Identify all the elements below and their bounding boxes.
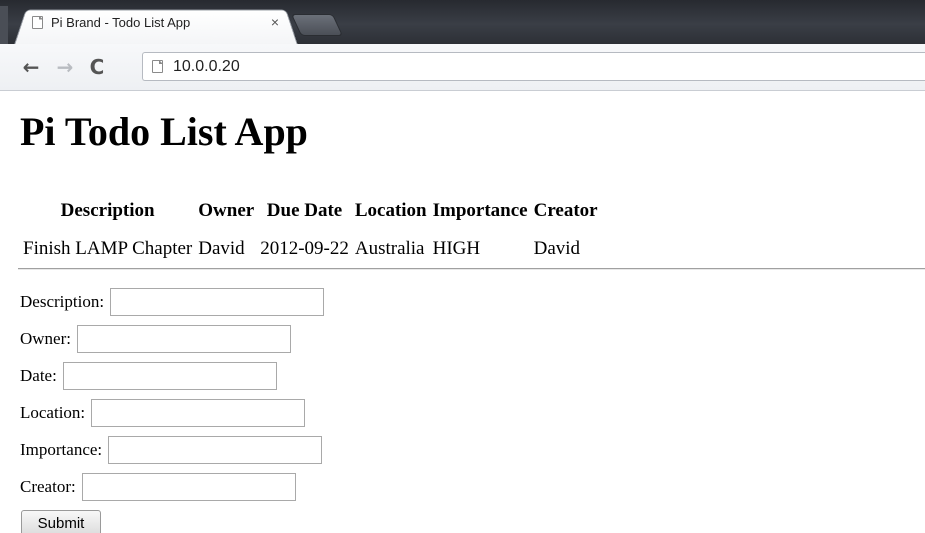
tab-strip-edge [0, 6, 8, 44]
cell-description: Finish LAMP Chapter [23, 238, 193, 259]
owner-input[interactable] [76, 325, 291, 353]
reload-icon[interactable]: C [86, 54, 108, 80]
importance-label: Importance: [20, 440, 103, 459]
column-header-creator: Creator [533, 200, 598, 221]
importance-input[interactable] [108, 436, 323, 464]
page-title: Pi Todo List App [20, 109, 308, 154]
description-input[interactable] [110, 288, 325, 316]
submit-button[interactable]: Submit [21, 510, 101, 533]
horizontal-divider [18, 268, 925, 270]
browser-toolbar: ← → C 10.0.0.20 [0, 44, 925, 91]
page-icon [32, 15, 43, 29]
table-header-row: Description Owner Due Date Location Impo… [20, 192, 601, 230]
browser-tab[interactable]: Pi Brand - Todo List App × [32, 10, 282, 34]
form-row-location: Location: [20, 398, 306, 428]
browser-tab-strip: Pi Brand - Todo List App × [0, 0, 925, 44]
form-row-importance: Importance: [20, 435, 323, 465]
column-header-location: Location [354, 200, 427, 221]
column-header-importance: Importance [432, 200, 528, 221]
cell-owner: David [198, 238, 245, 259]
cell-importance: HIGH [432, 238, 481, 259]
cell-creator: David [533, 238, 581, 259]
forward-arrow-icon[interactable]: → [54, 54, 76, 80]
page-icon [152, 60, 163, 73]
description-label: Description: [20, 292, 105, 311]
table-row: Finish LAMP Chapter David 2012-09-22 Aus… [20, 230, 601, 268]
form-row-date: Date: [20, 361, 277, 391]
creator-input[interactable] [81, 473, 296, 501]
url-text[interactable]: 10.0.0.20 [173, 58, 240, 76]
date-input[interactable] [62, 362, 277, 390]
form-row-creator: Creator: [20, 472, 296, 502]
back-arrow-icon[interactable]: ← [20, 54, 42, 80]
column-header-description: Description [60, 200, 155, 221]
todo-table: Description Owner Due Date Location Impo… [20, 192, 601, 268]
tab-close-icon[interactable]: × [268, 14, 282, 30]
column-header-due-date: Due Date [266, 200, 343, 221]
tab-title: Pi Brand - Todo List App [51, 14, 191, 30]
cell-location: Australia [354, 238, 425, 259]
address-bar[interactable]: 10.0.0.20 [142, 52, 925, 81]
owner-label: Owner: [20, 329, 71, 348]
location-input[interactable] [91, 399, 306, 427]
form-row-owner: Owner: [20, 324, 291, 354]
column-header-owner: Owner [198, 200, 255, 221]
date-label: Date: [20, 366, 57, 385]
cell-due-date: 2012-09-22 [260, 238, 349, 259]
form-row-description: Description: [20, 287, 325, 317]
creator-label: Creator: [20, 477, 76, 496]
new-tab-button[interactable] [290, 14, 344, 36]
location-label: Location: [20, 403, 86, 422]
